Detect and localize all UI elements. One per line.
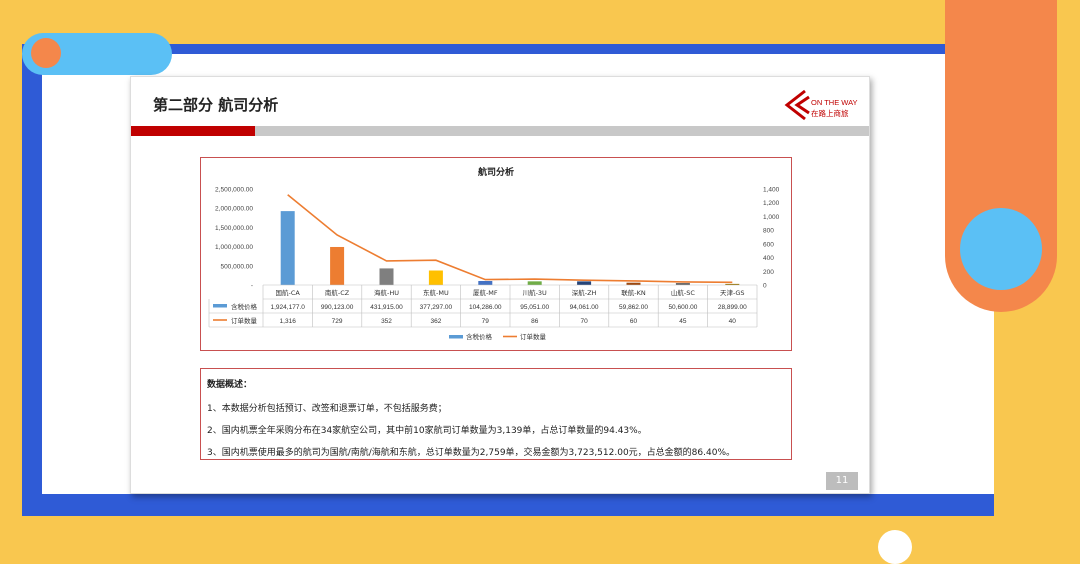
title-rule-red bbox=[131, 126, 255, 136]
category-label: 山航-SC bbox=[671, 288, 695, 297]
category-label: 东航-MU bbox=[423, 288, 449, 297]
category-label: 海航-HU bbox=[374, 288, 399, 297]
y-right-tick-label: 600 bbox=[763, 241, 774, 248]
data-label-orders: 45 bbox=[679, 318, 687, 325]
legend-label-orders: 订单数量 bbox=[520, 332, 547, 341]
data-label-price: 59,862.00 bbox=[619, 304, 648, 311]
bar bbox=[577, 281, 592, 285]
title-rule-gray bbox=[255, 126, 869, 136]
table-row-label-orders: 订单数量 bbox=[231, 316, 258, 325]
y-right-tick-label: 400 bbox=[763, 255, 774, 262]
data-label-price: 990,123.00 bbox=[321, 304, 354, 311]
legend-key-price bbox=[449, 335, 463, 339]
legend-label-price: 含税价格 bbox=[466, 332, 493, 341]
data-label-price: 1,924,177.0 bbox=[271, 304, 306, 311]
category-label: 国航-CA bbox=[276, 288, 301, 297]
category-label: 南航-CZ bbox=[325, 288, 350, 297]
bar bbox=[527, 281, 542, 285]
y-left-tick-label: - bbox=[251, 283, 253, 290]
data-label-price: 50,600.00 bbox=[668, 304, 697, 311]
logo-text-bottom: 在路上商旅 bbox=[811, 108, 849, 118]
table-row-label-price: 含税价格 bbox=[231, 302, 258, 311]
logo-text-top: ON THE WAY bbox=[811, 98, 858, 107]
slide-title: 第二部分 航司分析 bbox=[153, 96, 279, 114]
y-left-tick-label: 2,500,000.00 bbox=[215, 187, 253, 194]
description-heading: 数据概述： bbox=[207, 380, 253, 390]
data-label-price: 104,286.00 bbox=[469, 304, 502, 311]
category-label: 厦航-MF bbox=[473, 288, 498, 297]
description-line-1: 1、本数据分析包括预订、改签和退票订单，不包括服务费； bbox=[207, 404, 447, 414]
y-left-tick-label: 500,000.00 bbox=[220, 263, 253, 270]
y-right-tick-label: 800 bbox=[763, 228, 774, 235]
data-label-orders: 362 bbox=[430, 318, 441, 325]
y-left-tick-label: 2,000,000.00 bbox=[215, 206, 253, 213]
data-label-price: 95,051.00 bbox=[520, 304, 549, 311]
data-label-price: 431,915.00 bbox=[370, 304, 403, 311]
description-panel: 数据概述： 1、本数据分析包括预订、改签和退票订单，不包括服务费； 2、国内机票… bbox=[200, 368, 792, 460]
chart-title: 航司分析 bbox=[478, 166, 514, 178]
decorative-blue-circle bbox=[960, 208, 1042, 290]
bar bbox=[478, 280, 493, 285]
bar bbox=[379, 268, 394, 285]
data-label-orders: 60 bbox=[630, 318, 638, 325]
description-line-3: 3、国内机票使用最多的航司为国航/南航/海航和东航，总订单数量为2,759单，交… bbox=[207, 448, 735, 458]
bar bbox=[428, 270, 443, 285]
data-label-orders: 79 bbox=[482, 318, 490, 325]
logo: ON THE WAY 在路上商旅 bbox=[784, 89, 858, 121]
y-left-tick-label: 1,500,000.00 bbox=[215, 225, 253, 232]
y-right-tick-label: 1,200 bbox=[763, 200, 780, 207]
data-label-orders: 352 bbox=[381, 318, 392, 325]
y-right-tick-label: 1,000 bbox=[763, 214, 780, 221]
data-label-orders: 1,316 bbox=[280, 318, 297, 325]
decorative-dot bbox=[31, 38, 61, 68]
bar bbox=[626, 282, 641, 285]
page-number: 11 bbox=[826, 472, 858, 490]
y-right-tick-label: 0 bbox=[763, 283, 767, 290]
y-right-tick-label: 1,400 bbox=[763, 187, 780, 194]
data-label-orders: 729 bbox=[332, 318, 343, 325]
data-label-price: 28,899.00 bbox=[718, 304, 747, 311]
decorative-corner-circle bbox=[878, 530, 912, 564]
data-label-orders: 70 bbox=[580, 318, 588, 325]
category-label: 联航-KN bbox=[621, 288, 646, 297]
y-left-tick-label: 1,000,000.00 bbox=[215, 244, 253, 251]
bar bbox=[280, 211, 295, 285]
chart: 航司分析 2,500,000.00 2,000,000.00 1,500,000.00… bbox=[208, 166, 780, 341]
data-label-price: 94,061.00 bbox=[570, 304, 599, 311]
category-label: 天津-GS bbox=[720, 289, 745, 297]
y-right-tick-label: 200 bbox=[763, 269, 774, 276]
category-label: 深航-ZH bbox=[572, 288, 597, 297]
bar bbox=[330, 246, 345, 285]
category-label: 川航-3U bbox=[523, 288, 547, 297]
data-label-orders: 40 bbox=[729, 318, 737, 325]
data-label-price: 377,297.00 bbox=[420, 304, 453, 311]
slide: 第二部分 航司分析 ON THE WAY 在路上商旅 航司分析 2,500,000… bbox=[130, 76, 870, 494]
data-label-orders: 86 bbox=[531, 318, 539, 325]
table-row-key-bar bbox=[213, 304, 227, 308]
line-order-count bbox=[287, 194, 733, 284]
description-line-2: 2、国内机票全年采购分布在34家航空公司，其中前10家航司订单数量为3,139单… bbox=[207, 426, 647, 436]
chart-panel: 航司分析 2,500,000.00 2,000,000.00 1,500,000.00… bbox=[200, 157, 792, 351]
